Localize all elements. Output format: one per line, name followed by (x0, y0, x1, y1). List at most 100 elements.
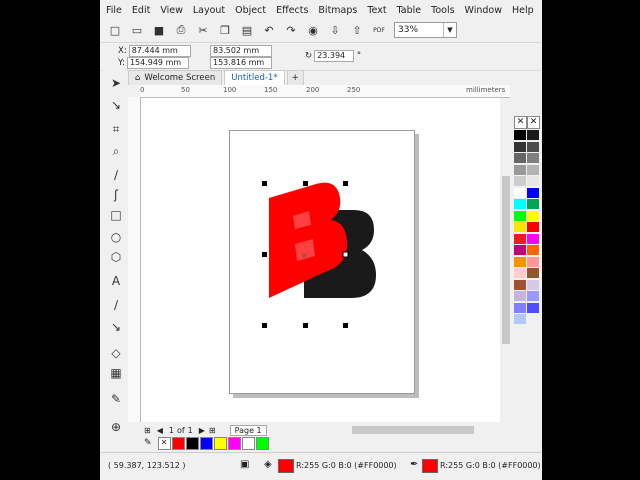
cut-icon[interactable]: ✂ (196, 23, 210, 37)
document-palette-swatch[interactable] (213, 436, 227, 450)
fill-color-swatch[interactable] (278, 459, 294, 473)
menu-object[interactable]: Object (231, 5, 270, 16)
palette-swatch[interactable] (514, 176, 526, 186)
palette-swatch[interactable] (527, 222, 539, 232)
palette-swatch[interactable] (527, 302, 539, 313)
page-tab[interactable]: Page 1 (229, 424, 267, 436)
palette-swatch[interactable] (527, 256, 539, 267)
rotation-input[interactable]: 23.394 (314, 50, 355, 62)
x-input[interactable]: 87.444 mm (128, 45, 191, 57)
vertical-scrollbar[interactable] (500, 98, 512, 422)
palette-swatch[interactable] (527, 210, 539, 221)
palette-swatch[interactable] (527, 164, 539, 175)
drawing-canvas[interactable]: × (141, 98, 501, 422)
palette-swatch[interactable] (514, 291, 526, 301)
pick-tool-icon[interactable]: ➤ (109, 76, 123, 90)
save-icon[interactable]: ■ (152, 23, 166, 37)
import-icon[interactable]: ⇩ (328, 23, 342, 37)
paste-icon[interactable]: ▤ (240, 23, 254, 37)
palette-swatch[interactable] (514, 279, 526, 290)
palette-swatch[interactable] (514, 268, 526, 278)
menu-help[interactable]: Help (508, 5, 538, 16)
palette-swatch[interactable] (514, 302, 526, 313)
palette-swatch[interactable] (527, 268, 539, 278)
height-input[interactable]: 153.816 mm (210, 57, 272, 69)
menu-table[interactable]: Table (393, 5, 426, 16)
palette-swatch[interactable] (527, 187, 539, 198)
palette-swatch[interactable] (527, 141, 539, 152)
no-color-swatch[interactable]: ✕ (514, 116, 527, 129)
palette-swatch[interactable] (514, 164, 526, 175)
export-icon[interactable]: ⇧ (350, 23, 364, 37)
palette-swatch[interactable] (527, 153, 539, 163)
search-content-icon[interactable]: ◉ (306, 23, 320, 37)
next-page-icon[interactable]: ▶ (199, 426, 205, 435)
menu-layout[interactable]: Layout (189, 5, 229, 16)
horizontal-scrollbar-thumb[interactable] (352, 426, 474, 434)
no-color-swatch[interactable]: ✕ (527, 116, 540, 129)
crop-tool-icon[interactable]: ⌗ (109, 122, 123, 136)
print-icon[interactable]: ⎙ (174, 23, 188, 37)
palette-swatch[interactable] (514, 314, 526, 324)
document-palette-swatch[interactable] (171, 436, 185, 450)
document-palette-swatch[interactable] (255, 436, 269, 450)
width-input[interactable]: 83.502 mm (210, 45, 272, 57)
menu-tools[interactable]: Tools (427, 5, 458, 16)
palette-swatch[interactable] (527, 279, 539, 290)
dimension-tool-icon[interactable]: ∕ (109, 298, 123, 312)
palette-swatch[interactable] (514, 233, 526, 244)
shape-tool-icon[interactable]: ↘ (109, 98, 123, 112)
palette-swatch[interactable] (514, 153, 526, 163)
scrollbar-thumb[interactable] (502, 176, 510, 344)
palette-swatch[interactable] (514, 130, 526, 140)
palette-swatch[interactable] (527, 233, 539, 244)
outline-color-swatch[interactable] (422, 459, 438, 473)
undo-icon[interactable]: ↶ (262, 23, 276, 37)
new-document-icon[interactable]: □ (108, 23, 122, 37)
ellipse-tool-icon[interactable]: ○ (109, 230, 123, 244)
palette-swatch[interactable] (514, 187, 526, 198)
redo-icon[interactable]: ↷ (284, 23, 298, 37)
eyedropper-tool-icon[interactable]: ✎ (109, 392, 123, 406)
y-input[interactable]: 154.949 mm (126, 57, 189, 69)
palette-swatch[interactable] (514, 210, 526, 221)
tab-untitled[interactable]: Untitled-1* (224, 70, 285, 85)
mesh-fill-icon[interactable]: ▦ (109, 366, 123, 380)
menu-edit[interactable]: Edit (128, 5, 154, 16)
new-tab-button[interactable]: + (286, 70, 304, 85)
palette-swatch[interactable] (514, 245, 526, 255)
menu-bitmaps[interactable]: Bitmaps (314, 5, 361, 16)
eyedropper-icon[interactable]: ✎ (144, 438, 152, 448)
palette-swatch[interactable] (514, 141, 526, 152)
copy-icon[interactable]: ❐ (218, 23, 232, 37)
document-palette-swatch[interactable] (227, 436, 241, 450)
zoom-tool-icon[interactable]: ⌕ (109, 144, 123, 158)
menu-view[interactable]: View (156, 5, 187, 16)
palette-swatch[interactable] (514, 199, 526, 209)
document-palette-swatch[interactable] (185, 436, 199, 450)
palette-swatch[interactable] (527, 130, 539, 140)
document-palette-swatch[interactable] (199, 436, 213, 450)
first-page-icon[interactable]: ⊞ (144, 426, 151, 435)
menu-effects[interactable]: Effects (272, 5, 312, 16)
menu-file[interactable]: File (102, 5, 126, 16)
interactive-fill-icon[interactable]: ◇ (109, 346, 123, 360)
document-palette-swatch[interactable] (241, 436, 255, 450)
tab-welcome-screen[interactable]: ⌂ Welcome Screen (128, 70, 223, 85)
prev-page-icon[interactable]: ◀ (157, 426, 163, 435)
add-tool-icon[interactable]: ⊕ (109, 420, 123, 434)
pdf-icon[interactable]: PDF (372, 23, 386, 37)
menu-text[interactable]: Text (363, 5, 390, 16)
last-page-icon[interactable]: ⊞ (209, 426, 216, 435)
palette-swatch[interactable] (527, 245, 539, 255)
open-folder-icon[interactable]: ▭ (130, 23, 144, 37)
palette-swatch[interactable] (527, 291, 539, 301)
palette-swatch[interactable] (527, 199, 539, 209)
artistic-media-icon[interactable]: ʃ (109, 188, 123, 202)
zoom-level-dropdown[interactable]: 33% ▼ (394, 22, 457, 38)
connector-tool-icon[interactable]: ↘ (109, 320, 123, 334)
menu-window[interactable]: Window (461, 5, 506, 16)
rectangle-tool-icon[interactable]: □ (109, 208, 123, 222)
no-color-swatch[interactable]: ✕ (157, 436, 171, 450)
text-tool-icon[interactable]: A (109, 274, 123, 288)
